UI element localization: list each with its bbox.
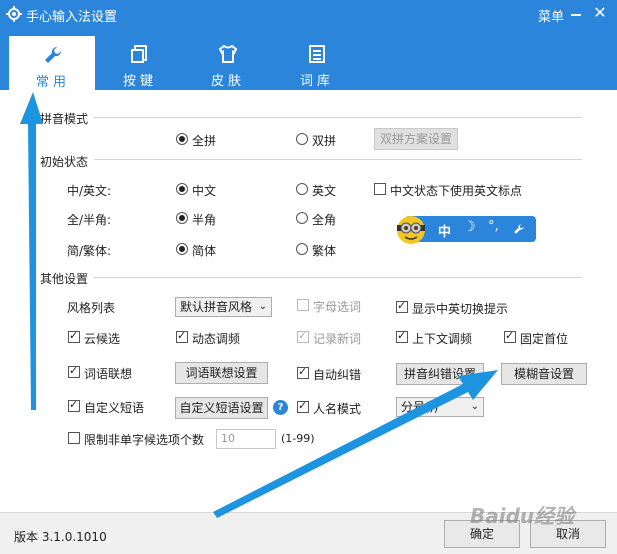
style-list-value: 默认拼音风格 [180, 300, 253, 314]
record-new-words-checkbox[interactable] [297, 329, 309, 343]
radio-half-width[interactable] [176, 212, 188, 224]
arrow-up [20, 92, 43, 410]
tshirt-icon [218, 44, 238, 63]
radio-chinese[interactable] [176, 183, 188, 195]
tab-label: 常用 [35, 75, 70, 90]
tab-skin[interactable]: 皮肤 [185, 36, 271, 90]
cn-en-label: 中/英文: [67, 184, 112, 198]
watermark-logo: Baidu经验 [470, 504, 575, 528]
dynamic-freq-checkbox[interactable] [176, 329, 188, 343]
context-freq-checkbox[interactable] [396, 329, 408, 343]
divider [94, 277, 582, 278]
divider [94, 159, 582, 160]
limit-range-label: (1-99) [281, 432, 315, 445]
dictionary-icon [309, 45, 325, 63]
record-new-words-label: 记录新词 [313, 332, 362, 346]
english-punct-checkbox[interactable] [374, 183, 386, 195]
context-freq-label: 上下文调频 [412, 332, 473, 346]
help-icon[interactable]: ? [273, 400, 288, 415]
tab-common[interactable]: 常用 [9, 36, 95, 90]
radio-simplified[interactable] [176, 243, 188, 255]
traditional-label: 繁体 [312, 244, 337, 258]
version-label: 版本 3.1.0.1010 [14, 530, 107, 544]
limit-candidates-checkbox[interactable] [68, 432, 80, 444]
dynamic-freq-label: 动态调频 [192, 332, 241, 346]
close-icon[interactable]: ✕ [592, 5, 608, 21]
custom-phrase-label: 自定义短语 [84, 401, 145, 415]
fixed-first-checkbox[interactable] [504, 329, 516, 343]
window-title: 手心输入法设置 [26, 10, 118, 25]
custom-phrase-settings-button[interactable]: 自定义短语设置 [175, 397, 268, 419]
fixed-first-label: 固定首位 [520, 332, 569, 346]
simplified-label: 简体 [192, 244, 217, 258]
script-label: 简/繁体: [67, 244, 112, 258]
full-width-label: 全角 [312, 213, 337, 227]
cloud-candidate-checkbox[interactable] [68, 329, 80, 343]
custom-phrase-checkbox[interactable] [68, 398, 80, 412]
full-pinyin-label: 全拼 [192, 134, 217, 148]
tab-label: 皮肤 [210, 74, 245, 89]
status-bar-preview: 中 ☽ °, [395, 214, 536, 244]
tab-label: 词库 [299, 74, 334, 89]
minion-mascot-icon [397, 216, 425, 244]
menu-button[interactable]: 菜单 [538, 6, 564, 25]
fuzzy-pinyin-settings-button[interactable]: 模糊音设置 [501, 363, 587, 385]
chinese-label: 中文 [192, 184, 217, 198]
wrench-icon [45, 46, 62, 63]
double-pinyin-label: 双拼 [312, 134, 337, 148]
show-switch-tip-checkbox[interactable] [396, 299, 408, 313]
half-width-label: 半角 [192, 213, 217, 227]
name-mode-value: 分号(;) [401, 400, 439, 414]
cloud-candidate-label: 云候选 [84, 332, 121, 346]
double-pinyin-scheme-button[interactable]: 双拼方案设置 [374, 128, 458, 150]
section-pinyin-mode: 拼音模式 [40, 112, 89, 126]
punct-icon: °, [488, 219, 499, 234]
title-bar: 手心输入法设置 菜单 ✕ 常用 按键 皮肤 词库 [0, 0, 617, 90]
word-association-settings-button[interactable]: 词语联想设置 [175, 362, 268, 384]
tab-label: 按键 [122, 74, 157, 89]
show-switch-tip-label: 显示中英切换提示 [412, 302, 509, 316]
word-association-checkbox[interactable] [68, 364, 80, 378]
chevron-down-icon: ⌄ [258, 301, 267, 312]
english-punct-label: 中文状态下使用英文标点 [390, 184, 523, 198]
radio-double-pinyin[interactable] [296, 133, 308, 145]
word-association-label: 词语联想 [84, 367, 133, 381]
minimize-icon[interactable] [571, 14, 581, 16]
radio-traditional[interactable] [296, 243, 308, 255]
radio-english[interactable] [296, 183, 308, 195]
radio-full-width[interactable] [296, 212, 308, 224]
section-initial-state: 初始状态 [40, 155, 89, 169]
keyboard-icon [131, 45, 147, 63]
gear-icon [6, 6, 22, 22]
width-label: 全/半角: [67, 213, 112, 227]
limit-candidates-input[interactable]: 10 [216, 429, 276, 449]
section-other-settings: 其他设置 [40, 272, 89, 286]
radio-full-pinyin[interactable] [176, 133, 188, 145]
letter-select-checkbox[interactable] [297, 299, 309, 311]
wrench-icon [514, 224, 524, 234]
tab-keys[interactable]: 按键 [97, 36, 183, 90]
auto-correct-label: 自动纠错 [313, 368, 362, 382]
pinyin-correct-settings-button[interactable]: 拼音纠错设置 [396, 363, 484, 385]
style-list-label: 风格列表 [67, 301, 116, 315]
letter-select-label: 字母选词 [313, 300, 362, 314]
style-list-select[interactable]: 默认拼音风格 ⌄ [175, 297, 272, 317]
name-mode-checkbox[interactable] [297, 399, 309, 413]
limit-candidates-label: 限制非单字候选项个数 [84, 433, 205, 447]
status-bar-text: 中 [438, 225, 452, 240]
chevron-down-icon: ⌄ [470, 401, 479, 412]
moon-icon: ☽ [463, 219, 476, 235]
name-mode-select[interactable]: 分号(;) ⌄ [396, 397, 484, 417]
english-label: 英文 [312, 184, 337, 198]
auto-correct-checkbox[interactable] [297, 365, 309, 379]
tab-dictionary[interactable]: 词库 [274, 36, 360, 90]
divider [94, 117, 582, 118]
name-mode-label: 人名模式 [313, 402, 362, 416]
